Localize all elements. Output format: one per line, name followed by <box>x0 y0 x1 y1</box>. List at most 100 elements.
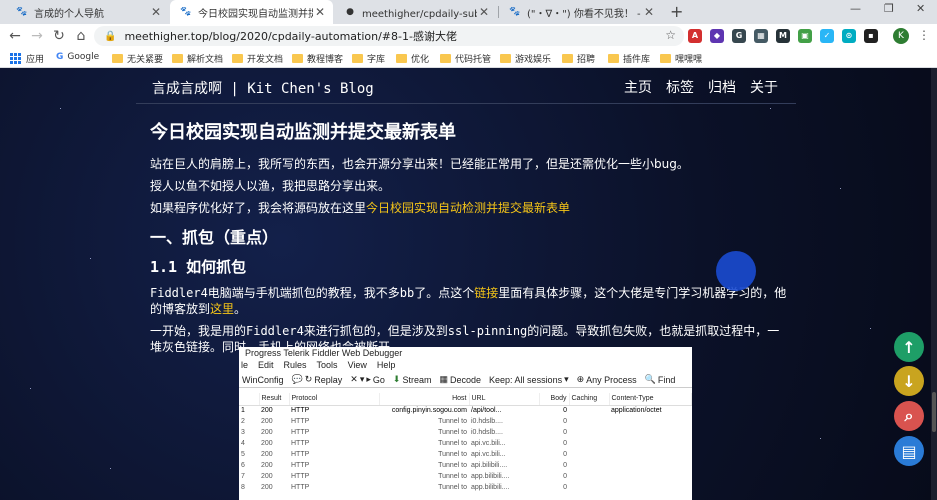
nav-tags[interactable]: 标签 <box>666 77 694 97</box>
column-header: Host <box>379 393 470 406</box>
bookmark-label: 无关紧要 <box>127 55 164 65</box>
dropdown-icon: ▾ <box>564 374 569 384</box>
fiddler-tool: 🔍 Find <box>645 374 676 385</box>
table-cell: 0 <box>563 451 567 458</box>
bookmark-label: 插件库 <box>623 55 651 65</box>
bookmark-folder[interactable]: 游戏娱乐 <box>500 52 551 65</box>
blog-link[interactable]: 这里 <box>210 302 234 316</box>
folder-icon <box>562 54 573 63</box>
stream-icon: ⬇ <box>392 374 401 384</box>
bookmark-label: 代码托管 <box>455 55 492 65</box>
back-arrow-icon[interactable]: ← <box>6 27 24 45</box>
book-icon[interactable]: ▤ <box>894 436 924 466</box>
table-cell: HTTP <box>291 407 310 415</box>
arrow-up-icon[interactable]: ↑ <box>894 332 924 362</box>
extension-icon[interactable]: ▪ <box>864 29 878 43</box>
site-title[interactable]: 言成言成啊 | Kit Chen's Blog <box>152 78 374 98</box>
table-cell: 6 <box>241 462 245 469</box>
table-cell: 200 <box>261 462 273 469</box>
close-icon[interactable]: ✕ <box>477 5 491 19</box>
table-cell: 0 <box>563 418 567 425</box>
table-cell <box>609 449 692 460</box>
table-cell: Tunnel to <box>438 418 467 425</box>
home-icon[interactable]: ⌂ <box>72 27 90 45</box>
bookmark-folder[interactable]: 插件库 <box>608 52 650 65</box>
bookmark-label: 字库 <box>367 55 386 65</box>
minimize-icon[interactable]: — <box>850 2 861 15</box>
google-icon: G <box>56 52 64 62</box>
nav-about[interactable]: 关于 <box>750 77 778 97</box>
restore-icon[interactable]: ❐ <box>884 2 894 15</box>
extension-icon[interactable]: ▣ <box>798 29 812 43</box>
extension-icon[interactable]: ⊙ <box>842 29 856 43</box>
dropdown-icon: ▾ <box>359 374 365 384</box>
arrow-down-icon[interactable]: ↓ <box>894 366 924 396</box>
extension-icon[interactable]: G <box>732 29 746 43</box>
star-decoration <box>90 258 91 259</box>
close-icon[interactable]: ✕ <box>313 5 327 19</box>
tab-hidden-page[interactable]: 🐾 ("・∇・") 你看不见我！ - 工程项目 ✕ <box>499 0 662 24</box>
table-cell <box>609 416 692 427</box>
bookmark-folder[interactable]: 无关紧要 <box>112 52 163 65</box>
tab-blog-post[interactable]: 🐾 今日校园实现自动监测并提交最新表单 ✕ <box>170 0 333 24</box>
source-link[interactable]: 今日校园实现自动检测并提交最新表单 <box>366 201 570 215</box>
search-icon[interactable]: ⌕ <box>894 401 924 431</box>
bookmark-folder[interactable]: 优化 <box>396 52 429 65</box>
cursor-highlight <box>716 251 756 291</box>
nav-home[interactable]: 主页 <box>624 77 652 97</box>
table-cell: 0 <box>563 462 567 469</box>
profile-avatar[interactable]: K <box>893 28 909 44</box>
crosshair-icon: ⊕ <box>576 374 585 384</box>
table-cell <box>609 482 692 493</box>
table-cell: HTTP <box>291 451 310 458</box>
table-header-row: Result Protocol Host URL Body Caching Co… <box>239 393 692 406</box>
bookmark-folder[interactable]: 解析文档 <box>172 52 223 65</box>
bookmark-folder[interactable]: 字库 <box>352 52 385 65</box>
bookmark-folder[interactable]: 招聘 <box>562 52 595 65</box>
tool-label: Stream <box>402 374 432 385</box>
qr-code-icon[interactable]: ▦ <box>754 29 768 43</box>
site-header: 言成言成啊 | Kit Chen's Blog 主页 标签 归档 关于 <box>136 68 796 104</box>
bookmark-folder[interactable]: 代码托管 <box>440 52 491 65</box>
table-cell: 0 <box>563 407 567 415</box>
table-cell: 0 <box>563 440 567 447</box>
adblock-extension-icon[interactable]: A <box>688 29 702 43</box>
table-row: 8 200 HTTP Tunnel to app.bilibili.... 0 <box>239 482 692 493</box>
table-cell: HTTP <box>291 462 310 469</box>
nav-archive[interactable]: 归档 <box>708 77 736 97</box>
table-cell: HTTP <box>291 418 310 425</box>
bookmark-label: 开发文档 <box>247 55 284 65</box>
article-title: 今日校园实现自动监测并提交最新表单 <box>150 122 456 143</box>
address-bar[interactable]: 🔒 meethigher.top/blog/2020/cpdaily-autom… <box>94 26 684 46</box>
close-icon[interactable]: ✕ <box>642 5 656 19</box>
table-cell: 1 <box>241 407 245 415</box>
bookmark-star-icon[interactable]: ☆ <box>665 28 676 42</box>
bookmark-folder[interactable]: 嘿嘿嘿 <box>660 52 702 65</box>
new-tab-button[interactable]: + <box>670 2 683 21</box>
close-window-icon[interactable]: ✕ <box>916 2 925 15</box>
fiddler-tool: ✕ ▾ ▸ Go <box>350 374 385 385</box>
tab-github[interactable]: ● meethigher/cpdaily-submit: 今日校园 ✕ <box>334 0 497 24</box>
forward-arrow-icon[interactable]: → <box>28 27 46 45</box>
reload-icon[interactable]: ↻ <box>50 27 68 45</box>
scrollbar-thumb[interactable] <box>932 392 936 432</box>
star-decoration <box>870 328 871 329</box>
more-menu-icon[interactable]: ⋮ <box>918 28 930 42</box>
tab-title: meethigher/cpdaily-submit: 今日校园 <box>362 8 477 20</box>
extension-icon[interactable]: ✓ <box>820 29 834 43</box>
site-nav: 主页 标签 归档 关于 <box>624 77 778 97</box>
bookmark-apps[interactable]: 应用 <box>10 52 44 65</box>
bookmark-google[interactable]: G Google <box>56 52 99 62</box>
close-icon[interactable]: ✕ <box>149 5 163 19</box>
tab-navigation[interactable]: 🐾 言成的个人导航 ✕ <box>6 0 169 24</box>
tool-label: Keep: All sessions <box>489 374 563 385</box>
bookmark-folder[interactable]: 开发文档 <box>232 52 283 65</box>
table-cell: HTTP <box>291 484 310 491</box>
fiddler-tool: WinConfig <box>242 375 284 385</box>
bookmark-folder[interactable]: 教程博客 <box>292 52 343 65</box>
extension-icon[interactable]: ◆ <box>710 29 724 43</box>
extension-icon[interactable]: M <box>776 29 790 43</box>
table-cell <box>569 471 609 482</box>
tutorial-link[interactable]: 链接 <box>474 286 498 300</box>
page-scrollbar[interactable] <box>931 68 937 500</box>
